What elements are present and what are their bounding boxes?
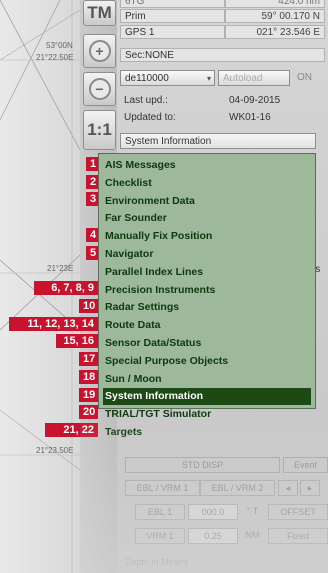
gps-position-value: 021° 23.546 E — [225, 25, 325, 39]
callout-badge: 11, 12, 13, 14 — [9, 317, 98, 331]
zoom-out-icon: − — [88, 78, 111, 100]
ebl-1-toggle[interactable]: EBL 1 — [135, 504, 185, 520]
std-disp-button[interactable]: STD DISP — [125, 457, 280, 473]
longitude-label: 21°23.50E — [36, 446, 74, 455]
prim-label: Prim — [120, 9, 225, 23]
header-right: 424.0 nm — [225, 0, 325, 8]
menu-item-checklist[interactable]: Checklist — [103, 175, 311, 192]
depth-units-label: Depth in Meters — [125, 557, 189, 567]
gps-label: GPS 1 — [120, 25, 225, 39]
vrm-1-toggle[interactable]: VRM 1 — [135, 528, 185, 544]
autoload-state: ON — [297, 72, 312, 83]
callout-badge: 18 — [79, 370, 98, 384]
menu-item-parallel-index-lines[interactable]: Parallel Index Lines — [103, 264, 311, 281]
longitude-label: 21°23E — [47, 264, 74, 273]
menu-item-targets[interactable]: Targets — [103, 424, 311, 441]
ebl-1-value-field[interactable]: 000.0 — [188, 504, 238, 520]
header-left: 6TG — [120, 0, 225, 8]
prev-arrow-icon[interactable]: ◂ — [278, 480, 298, 496]
callout-badge: 1 — [86, 157, 98, 171]
zoom-in-button[interactable]: + — [83, 34, 116, 68]
menu-item-far-sounder[interactable]: Far Sounder — [103, 210, 311, 227]
callout-badge: 20 — [79, 405, 98, 419]
callout-badge: 15, 16 — [56, 334, 98, 348]
vrm-1-value-field[interactable]: 0.25 — [188, 528, 238, 544]
zoom-out-button[interactable]: − — [83, 72, 116, 106]
menu-item-system-information[interactable]: System Information — [103, 388, 311, 406]
callout-badge: 6, 7, 8, 9 — [34, 281, 98, 295]
latitude-label: 53°00N — [46, 41, 73, 50]
callout-badge: 4 — [86, 228, 98, 242]
menu-item-radar-settings[interactable]: Radar Settings — [103, 299, 311, 316]
ebl-vrm-1-tab[interactable]: EBL / VRM 1 — [125, 480, 200, 496]
menu-item-environment-data[interactable]: Environment Data — [103, 193, 311, 210]
chevron-down-icon: ▾ — [206, 74, 211, 83]
next-arrow-icon[interactable]: ▸ — [300, 480, 320, 496]
fixed-button[interactable]: Fixed — [268, 528, 328, 544]
ebl-vrm-2-tab[interactable]: EBL / VRM 2 — [200, 480, 275, 496]
menu-item-navigator[interactable]: Navigator — [103, 246, 311, 263]
prim-position-value: 59° 00.170 N — [225, 9, 325, 23]
zoom-in-icon: + — [88, 40, 111, 62]
last-update-label: Last upd.: — [124, 95, 168, 106]
vrm-1-unit: NM — [245, 530, 260, 540]
info-page-dropdown: AIS Messages Checklist Environment Data … — [98, 153, 316, 438]
callout-badge: 10 — [79, 299, 98, 313]
last-update-value: 04-09-2015 — [229, 95, 281, 106]
menu-item-special-purpose-objects[interactable]: Special Purpose Objects — [103, 353, 311, 370]
info-page-select[interactable]: System Information — [120, 133, 316, 149]
updated-to-value: WK01-16 — [229, 112, 271, 123]
menu-item-trial-tgt-simulator[interactable]: TRIAL/TGT Simulator — [103, 406, 311, 423]
callout-badge: 21, 22 — [45, 423, 98, 437]
menu-item-sensor-data-status[interactable]: Sensor Data/Status — [103, 335, 311, 352]
callout-badge: 17 — [79, 352, 98, 366]
menu-item-ais-messages[interactable]: AIS Messages — [103, 157, 311, 174]
callout-badge: 3 — [86, 192, 98, 206]
ebl-1-unit: ° T — [246, 506, 259, 516]
updated-to-label: Updated to: — [124, 112, 176, 123]
event-button[interactable]: Event — [283, 457, 328, 473]
true-motion-button[interactable]: TM — [83, 0, 116, 26]
offset-button[interactable]: OFFSET — [268, 504, 328, 520]
menu-item-route-data[interactable]: Route Data — [103, 317, 311, 334]
callout-badge: 19 — [79, 388, 98, 402]
callout-badge: 5 — [86, 246, 98, 260]
scale-1-1-button[interactable]: 1:1 — [83, 110, 116, 150]
chart-cell-select[interactable]: de110000 ▾ — [120, 70, 215, 86]
secondary-source-label: Sec:NONE — [120, 48, 325, 62]
autoload-button[interactable]: Autoload — [218, 70, 290, 86]
menu-item-precision-instruments[interactable]: Precision Instruments — [103, 282, 311, 299]
longitude-label: 21°22.50E — [36, 53, 74, 62]
menu-item-sun-moon[interactable]: Sun / Moon — [103, 371, 311, 388]
callout-badge: 2 — [86, 175, 98, 189]
menu-item-manually-fix-position[interactable]: Manually Fix Position — [103, 228, 311, 245]
